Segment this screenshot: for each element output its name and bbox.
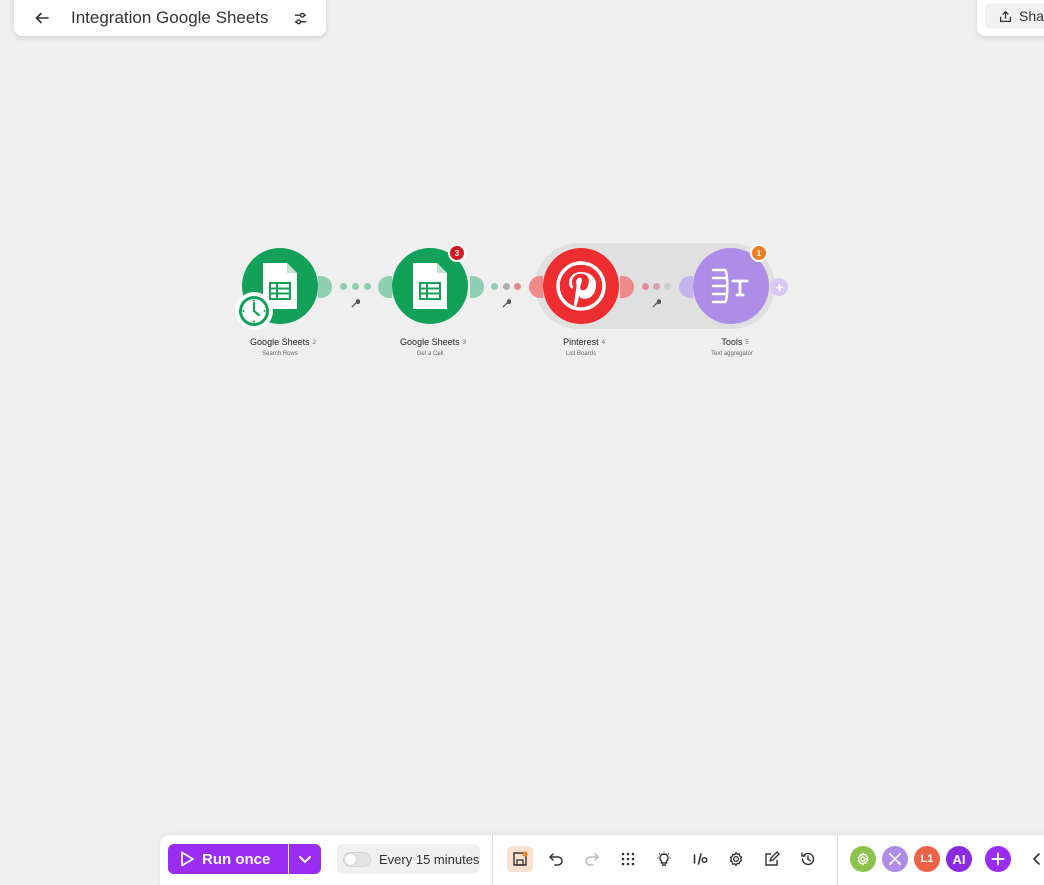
google-sheets-icon	[413, 263, 447, 309]
collapse-toolbar-button[interactable]	[1027, 846, 1044, 872]
chevron-down-icon	[299, 856, 311, 864]
sliders-icon	[294, 12, 306, 24]
app-ai-button[interactable]: AI	[946, 846, 972, 872]
module-1-output-ear[interactable]	[318, 276, 332, 298]
add-app-button[interactable]	[985, 846, 1011, 872]
play-icon	[181, 851, 194, 867]
connector-3-dot[interactable]	[664, 283, 671, 290]
redo-button[interactable]	[579, 846, 605, 872]
scenario-settings-button[interactable]	[288, 6, 312, 30]
module-4-name: Tools 5	[721, 337, 749, 347]
undo-button[interactable]	[543, 846, 569, 872]
pinterest-icon	[556, 261, 606, 311]
module-1-action: Search Rows	[262, 351, 298, 357]
save-button[interactable]	[507, 846, 533, 872]
share-label: Sha	[1019, 8, 1044, 24]
scenario-settings-toolbar-button[interactable]	[723, 846, 749, 872]
bottom-toolbar: Run once Every 15 minutes L1 AI	[160, 835, 1044, 885]
connector-1-dot[interactable]	[364, 283, 371, 290]
module-2-output-ear[interactable]	[470, 276, 484, 298]
connector-2-dot[interactable]	[514, 283, 521, 290]
add-module-button[interactable]	[770, 278, 788, 296]
connector-3-dot[interactable]	[642, 283, 649, 290]
app-settings-button[interactable]	[850, 846, 876, 872]
connector-2-dot[interactable]	[491, 283, 498, 290]
connector-1-dot[interactable]	[340, 283, 347, 290]
connector-1-dot[interactable]	[352, 283, 359, 290]
module-3-input-ear[interactable]	[529, 276, 543, 298]
plus-icon	[775, 283, 783, 291]
notes-icon	[765, 851, 780, 866]
scenario-header: Integration Google Sheets	[14, 0, 326, 36]
module-4-badge[interactable]: 1	[750, 244, 768, 262]
toolbar-divider	[837, 835, 838, 885]
share-icon	[999, 10, 1012, 22]
module-3-name: Pinterest 4	[563, 337, 605, 347]
bulb-icon	[657, 851, 671, 866]
share-button[interactable]: Sha	[985, 3, 1044, 29]
module-2-name: Google Sheets 3	[400, 337, 466, 347]
connector-1-wrench-icon[interactable]	[351, 299, 360, 308]
share-panel: Sha	[977, 0, 1044, 36]
io-button[interactable]	[687, 846, 713, 872]
module-4-action: Text aggregator	[711, 351, 753, 357]
connector-3-dot[interactable]	[653, 283, 660, 290]
io-icon	[693, 853, 708, 865]
module-1-name: Google Sheets 2	[250, 337, 316, 347]
schedule-switch[interactable]	[343, 851, 371, 867]
toolbar-divider	[492, 835, 493, 885]
arrow-left-icon	[35, 12, 49, 24]
undo-icon	[548, 853, 563, 866]
app-tools-button[interactable]	[882, 846, 908, 872]
module-pinterest-list-boards[interactable]	[543, 248, 619, 324]
chevron-left-icon	[1032, 853, 1040, 865]
clock-trigger-icon[interactable]	[235, 292, 273, 330]
schedule-label: Every 15 minutes	[379, 851, 480, 867]
run-once-button[interactable]: Run once	[168, 844, 288, 874]
connector-3-wrench-icon[interactable]	[652, 299, 661, 308]
gear-icon	[729, 851, 743, 867]
module-2-action: Get a Cell	[416, 351, 444, 357]
app-l1-button[interactable]: L1	[914, 846, 940, 872]
tools-icon	[888, 852, 902, 866]
scenario-title[interactable]: Integration Google Sheets	[71, 8, 269, 28]
grid-icon	[621, 852, 635, 866]
module-3-action: List Boards	[565, 351, 597, 357]
history-button[interactable]	[795, 846, 821, 872]
connector-2-wrench-icon[interactable]	[502, 299, 511, 308]
redo-icon	[585, 853, 600, 866]
run-options-dropdown[interactable]	[289, 844, 321, 874]
notes-button[interactable]	[759, 846, 785, 872]
plus-icon	[991, 852, 1005, 866]
run-once-label: Run once	[202, 850, 271, 868]
align-button[interactable]	[615, 846, 641, 872]
module-2-input-ear[interactable]	[378, 276, 392, 298]
back-button[interactable]	[28, 4, 56, 32]
history-icon	[801, 852, 815, 866]
schedule-toggle[interactable]: Every 15 minutes	[337, 844, 480, 874]
module-2-badge[interactable]: 3	[448, 244, 466, 262]
gear-icon	[857, 852, 869, 866]
explain-flow-button[interactable]	[651, 846, 677, 872]
text-aggregator-icon	[711, 268, 749, 304]
connector-2-dot[interactable]	[503, 283, 510, 290]
save-icon	[513, 851, 528, 866]
